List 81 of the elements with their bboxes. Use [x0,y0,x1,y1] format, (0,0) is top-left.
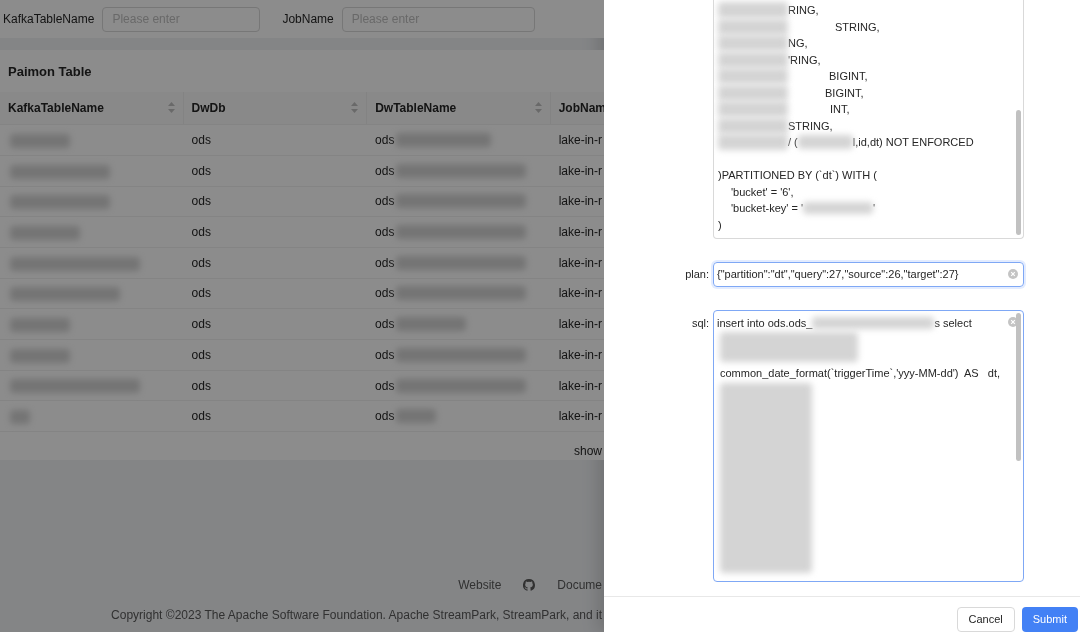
blurred-area [718,51,788,68]
ddl-textarea[interactable]: RING, STRING, NG, 'RING, BIGINT, BIGINT, INT, STRING, / ( l,id,dt) NOT ENFORCED )PARTITIONED BY (`dt`) WITH ( 'bucket' = '6', 'bucket-key' = ' ' ) [713,0,1024,239]
blurred-area [718,84,788,101]
code-line: RING, [788,3,819,18]
column-header: DwTableName [375,99,457,117]
sql-textarea[interactable]: insert into ods.ods_ s select common_date_format(`triggerTime`,'yyy-MM-dd') AS dt, [713,310,1024,582]
github-icon[interactable] [523,579,536,591]
blurred-area [718,35,788,52]
blurred-area [718,68,788,85]
table-cell-text: ods [375,162,395,180]
table-cell: ods [191,133,211,147]
code-line: s select [934,316,972,331]
table-cell-text: ods [375,377,395,395]
blurred-area [718,117,788,134]
column-header: KafkaTableName [8,99,104,117]
code-line: BIGINT, [824,85,864,101]
table-cell: lake-in-r [558,194,602,209]
column-header: DwDb [191,99,226,117]
code-line: BIGINT, [828,69,868,84]
table-cell: ods [191,317,211,332]
blurred-area [803,202,874,215]
code-line: )PARTITIONED BY (`dt`) WITH ( [718,169,877,181]
table-cell: ods [191,225,211,240]
sort-icon[interactable] [167,102,175,114]
code-line: STRING, [834,19,880,35]
table-cell-text: ods [375,316,395,334]
sort-icon[interactable] [351,102,359,114]
blurred-area [718,18,788,35]
code-line: 'bucket' = '6', [731,185,794,198]
table-cell: lake-in-r [558,409,602,424]
table-cell: ods [191,378,211,393]
blurred-area [797,135,853,150]
submit-button[interactable]: Submit [1021,607,1078,632]
table-cell: ods [191,286,211,301]
blurred-area [718,101,788,118]
code-line: l,id,dt) NOT ENFORCED [852,135,974,150]
clear-icon[interactable] [1008,269,1018,279]
table-cell: lake-in-r [558,286,602,301]
code-line: NG, [788,36,808,51]
table-cell: ods [191,194,211,209]
footer-link[interactable]: Website [458,576,502,594]
code-line: STRING, [788,118,833,134]
cancel-button[interactable]: Cancel [956,607,1015,632]
code-line: common_date_format(`triggerTime`,'yyy-MM-dd') AS dt, [720,366,1001,379]
table-cell: lake-in-r [558,347,602,362]
table-cell: lake-in-r [558,133,602,147]
table-cell-text: ods [375,408,395,426]
table-cell: lake-in-r [558,317,602,332]
table-cell: ods [191,347,211,362]
table-cell: lake-in-r [558,378,602,393]
table-cell: ods [191,409,211,424]
plan-textarea[interactable]: {"partition":"dt","query":27,"source":26,"target":27} [713,262,1024,287]
pagination-text: show [574,443,602,461]
code-line: 'bucket-key' = ' [731,201,804,216]
code-line: INT, [829,102,850,117]
copyright-text: Copyright ©2023 The Apache Software Foundation. Apache StreamPark, StreamPark, and it [111,607,602,624]
blurred-area [718,2,788,19]
footer-link[interactable]: Docume [557,576,602,594]
table-cell: ods [191,163,211,178]
table-cell: lake-in-r [558,255,602,270]
table-cell: ods [191,255,211,270]
table-cell-text: ods [375,346,395,364]
table-cell: lake-in-r [558,163,602,178]
table-cell-text: ods [375,254,395,272]
table-cell-text: ods [375,224,395,242]
table-cell: lake-in-r [558,225,602,240]
table-cell-text: ods [375,193,395,211]
sql-label: sql: [690,316,710,331]
table-cell-text: ods [375,285,395,303]
filter-label: JobName [282,11,334,28]
blurred-area [718,134,788,151]
code-line: ' [873,201,876,216]
plan-label: plan: [684,267,710,283]
table-cell-text: ods [375,132,395,149]
filter-label: KafkaTableName [3,11,95,28]
code-line: insert into ods.ods_ [717,316,813,331]
code-line: ) [718,218,722,231]
code-line: / ( [788,135,798,150]
sort-icon[interactable] [534,102,542,114]
table-title: Paimon Table [7,63,93,81]
code-line: 'RING, [788,52,821,68]
